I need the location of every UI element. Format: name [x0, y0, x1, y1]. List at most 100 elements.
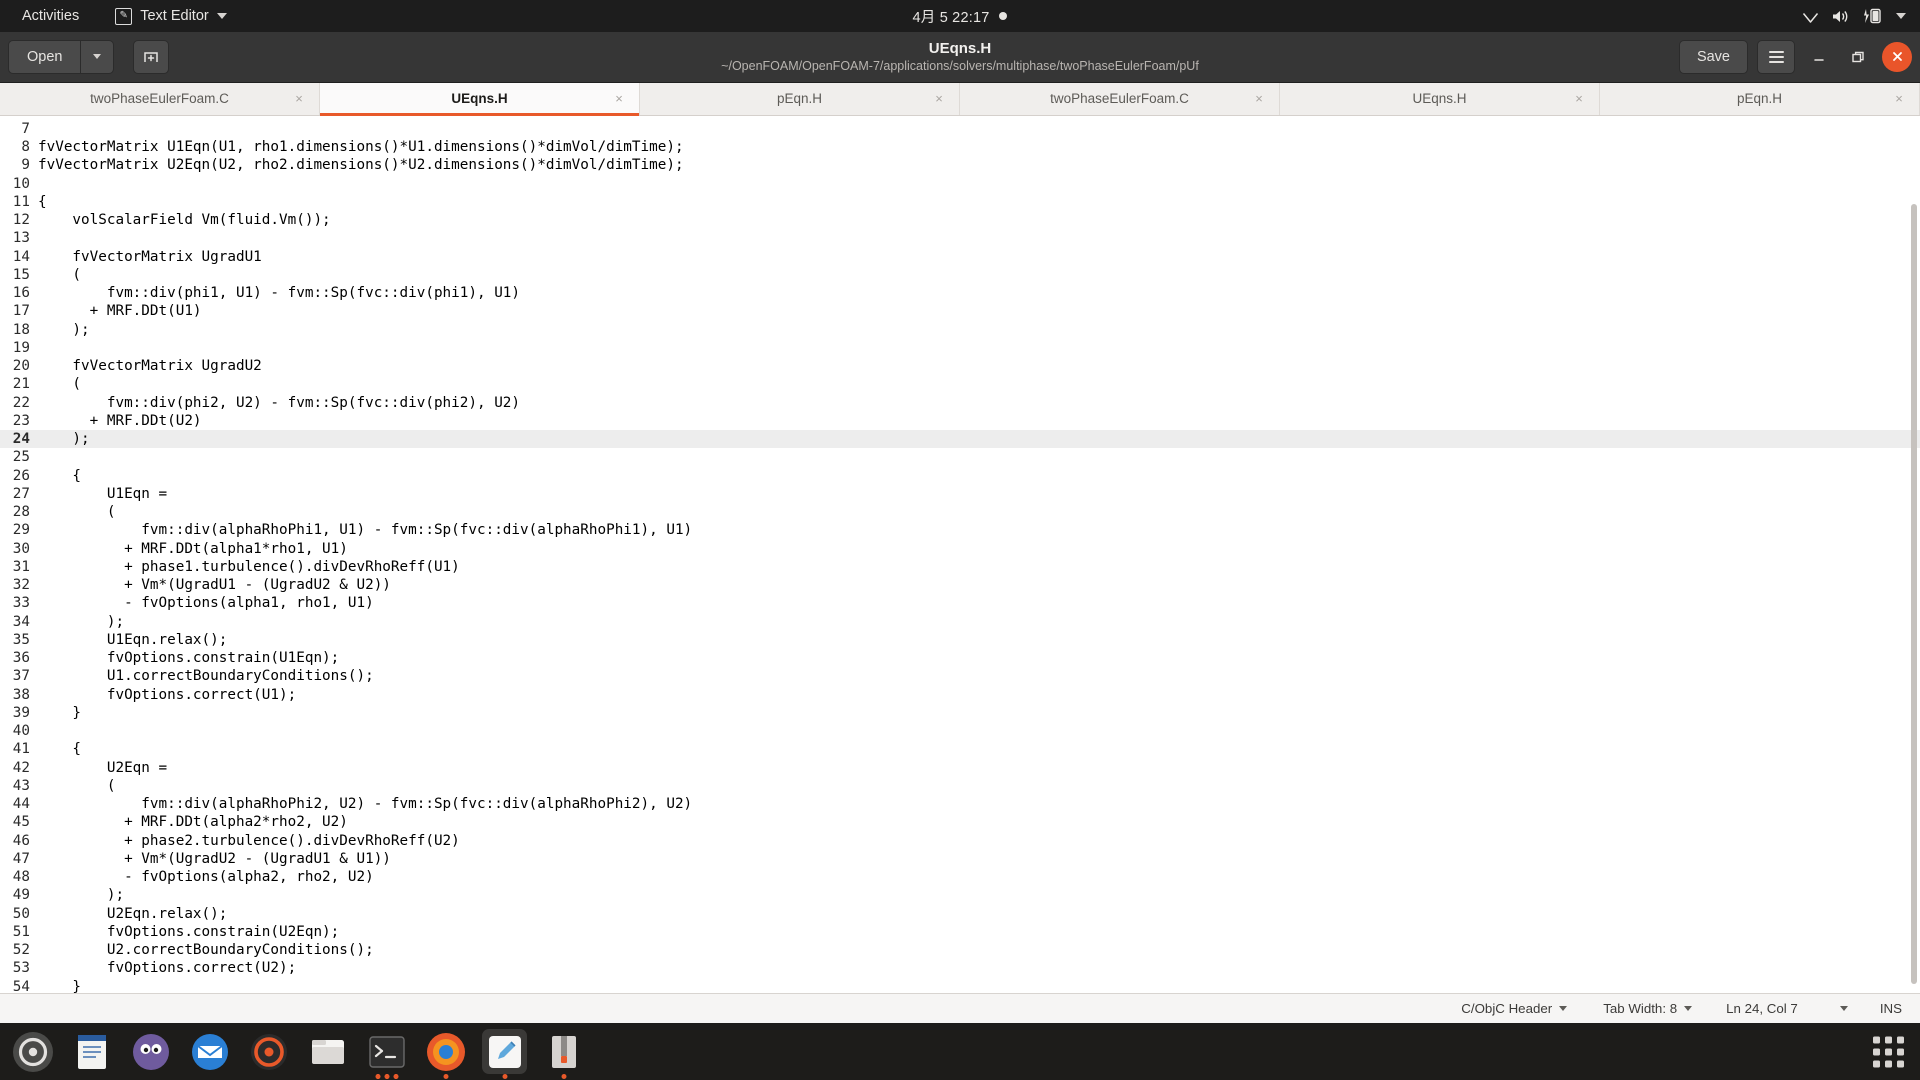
code-line[interactable]: 31 + phase1.turbulence().divDevRhoReff(U… [0, 558, 1920, 576]
code-line[interactable]: 21 ( [0, 375, 1920, 393]
tab-3[interactable]: twoPhaseEulerFoam.C × [960, 82, 1280, 115]
show-applications-button[interactable] [1873, 1036, 1904, 1067]
code-line[interactable]: 23 + MRF.DDt(U2) [0, 412, 1920, 430]
code-editor-area[interactable]: 7 8 fvVectorMatrix U1Eqn(U1, rho1.dimensio… [0, 115, 1920, 993]
dock-item-text-editor[interactable] [482, 1029, 527, 1074]
code-line[interactable]: 13 [0, 229, 1920, 247]
dock-item-media-player[interactable] [246, 1029, 291, 1074]
code-line[interactable]: 51 fvOptions.constrain(U2Eqn); [0, 923, 1920, 941]
code-line[interactable]: 33 - fvOptions(alpha1, rho1, U1) [0, 594, 1920, 612]
code-line[interactable]: 53 fvOptions.correct(U2); [0, 959, 1920, 977]
new-tab-button[interactable] [133, 39, 170, 74]
system-status-area[interactable] [1802, 0, 1906, 32]
code-line[interactable]: 35 U1Eqn.relax(); [0, 631, 1920, 649]
tab-5[interactable]: pEqn.H × [1600, 82, 1920, 115]
cursor-position-selector[interactable]: Ln 24, Col 7 [1710, 1001, 1864, 1016]
code-line[interactable]: 32 + Vm*(UgradU1 - (UgradU2 & U2)) [0, 576, 1920, 594]
dock-item-terminal[interactable] [364, 1029, 409, 1074]
code-line[interactable]: 17 + MRF.DDt(U1) [0, 302, 1920, 320]
tab-close-icon[interactable]: × [1891, 91, 1907, 107]
code-line[interactable]: 38 fvOptions.correct(U1); [0, 686, 1920, 704]
code-line[interactable]: 47 + Vm*(UgradU2 - (UgradU1 & U1)) [0, 850, 1920, 868]
line-number: 45 [12, 814, 30, 831]
code-line[interactable]: 36 fvOptions.constrain(U1Eqn); [0, 649, 1920, 667]
line-text: } [38, 978, 82, 993]
tab-close-icon[interactable]: × [931, 91, 947, 107]
dock-item-settings[interactable] [10, 1029, 55, 1074]
code-line[interactable]: 37 U1.correctBoundaryConditions(); [0, 667, 1920, 685]
open-button[interactable]: Open [8, 39, 81, 74]
code-line[interactable]: 26 { [0, 467, 1920, 485]
code-line[interactable]: 44 fvm::div(alphaRhoPhi2, U2) - fvm::Sp(… [0, 795, 1920, 813]
maximize-button[interactable] [1843, 42, 1873, 72]
code-line[interactable]: 27 U1Eqn = [0, 485, 1920, 503]
code-line[interactable]: 46 + phase2.turbulence().divDevRhoReff(U… [0, 832, 1920, 850]
line-number: 23 [12, 412, 30, 429]
code-line[interactable]: 12 volScalarField Vm(fluid.Vm()); [0, 211, 1920, 229]
code-line[interactable]: 43 ( [0, 777, 1920, 795]
code-line[interactable]: 39 } [0, 704, 1920, 722]
app-menu-button[interactable]: ✎ Text Editor [109, 5, 233, 28]
tab-close-icon[interactable]: × [1571, 91, 1587, 107]
tab-4[interactable]: UEqns.H × [1280, 82, 1600, 115]
tab-close-icon[interactable]: × [291, 91, 307, 107]
open-dropdown-button[interactable] [80, 39, 115, 74]
tab-close-icon[interactable]: × [1251, 91, 1267, 107]
code-line[interactable]: 8 fvVectorMatrix U1Eqn(U1, rho1.dimension… [0, 138, 1920, 156]
clock[interactable]: 4月 5 22:17 [913, 6, 990, 27]
hamburger-menu-button[interactable] [1757, 39, 1795, 74]
code-line[interactable]: 41 { [0, 740, 1920, 758]
code-line[interactable]: 14 fvVectorMatrix UgradU1 [0, 248, 1920, 266]
header-title-block: UEqns.H ~/OpenFOAM/OpenFOAM-7/applicatio… [0, 32, 1920, 82]
code-line[interactable]: 34 ); [0, 613, 1920, 631]
code-line[interactable]: 18 ); [0, 321, 1920, 339]
code-line[interactable]: 9 fvVectorMatrix U2Eqn(U2, rho2.dimension… [0, 156, 1920, 174]
code-line[interactable]: 52 U2.correctBoundaryConditions(); [0, 941, 1920, 959]
code-line[interactable]: 22 fvm::div(phi2, U2) - fvm::Sp(fvc::div… [0, 394, 1920, 412]
new-tab-icon [144, 52, 159, 62]
vertical-scrollbar[interactable] [1909, 116, 1920, 993]
code-line[interactable]: 25 [0, 448, 1920, 466]
code-line[interactable]: 19 [0, 339, 1920, 357]
code-line[interactable]: 48 - fvOptions(alpha2, rho2, U2) [0, 868, 1920, 886]
code-line[interactable]: 50 U2Eqn.relax(); [0, 905, 1920, 923]
tab-close-icon[interactable]: × [611, 91, 627, 107]
close-icon [1892, 52, 1902, 62]
code-line[interactable]: 28 ( [0, 503, 1920, 521]
dock-item-archive-manager[interactable] [541, 1029, 586, 1074]
code-line[interactable]: 45 + MRF.DDt(alpha2*rho2, U2) [0, 813, 1920, 831]
dock-item-files[interactable] [305, 1029, 350, 1074]
tab-1[interactable]: UEqns.H × [320, 82, 640, 116]
minimize-button[interactable] [1804, 42, 1834, 72]
code-line[interactable]: 42 U2Eqn = [0, 759, 1920, 777]
tab-2[interactable]: pEqn.H × [640, 82, 960, 115]
code-line[interactable]: 30 + MRF.DDt(alpha1*rho1, U1) [0, 540, 1920, 558]
code-line[interactable]: 49 ); [0, 886, 1920, 904]
code-line[interactable]: 10 [0, 175, 1920, 193]
code-line[interactable]: 54 } [0, 978, 1920, 993]
code-line[interactable]: 29 fvm::div(alphaRhoPhi1, U1) - fvm::Sp(… [0, 521, 1920, 539]
dock-item-libreoffice-writer[interactable] [69, 1029, 114, 1074]
language-selector[interactable]: C/ObjC Header [1443, 1001, 1585, 1016]
code-line[interactable]: 20 fvVectorMatrix UgradU2 [0, 357, 1920, 375]
tab-width-selector[interactable]: Tab Width: 8 [1585, 1001, 1710, 1016]
code-line[interactable]: 15 ( [0, 266, 1920, 284]
code-line[interactable]: 16 fvm::div(phi1, U1) - fvm::Sp(fvc::div… [0, 284, 1920, 302]
code-line[interactable]: 11 { [0, 193, 1920, 211]
tab-0[interactable]: twoPhaseEulerFoam.C × [0, 82, 320, 115]
line-number: 9 [21, 157, 30, 174]
scrollbar-thumb[interactable] [1911, 203, 1917, 984]
code-line[interactable]: 24 ); [0, 430, 1920, 449]
dock-item-firefox[interactable] [423, 1029, 468, 1074]
activities-button[interactable]: Activities [14, 5, 87, 27]
close-button[interactable] [1882, 41, 1912, 72]
code-line[interactable]: 7 [0, 120, 1920, 138]
battery-charging-icon [1863, 8, 1883, 24]
code-line[interactable]: 40 [0, 722, 1920, 740]
dock-item-thunderbird[interactable] [187, 1029, 232, 1074]
header-right-controls: Save [1678, 39, 1912, 74]
tab-label: twoPhaseEulerFoam.C [90, 91, 229, 107]
save-button[interactable]: Save [1678, 39, 1748, 74]
code-content[interactable]: 7 8 fvVectorMatrix U1Eqn(U1, rho1.dimensio… [0, 116, 1920, 993]
dock-item-gimp[interactable] [128, 1029, 173, 1074]
